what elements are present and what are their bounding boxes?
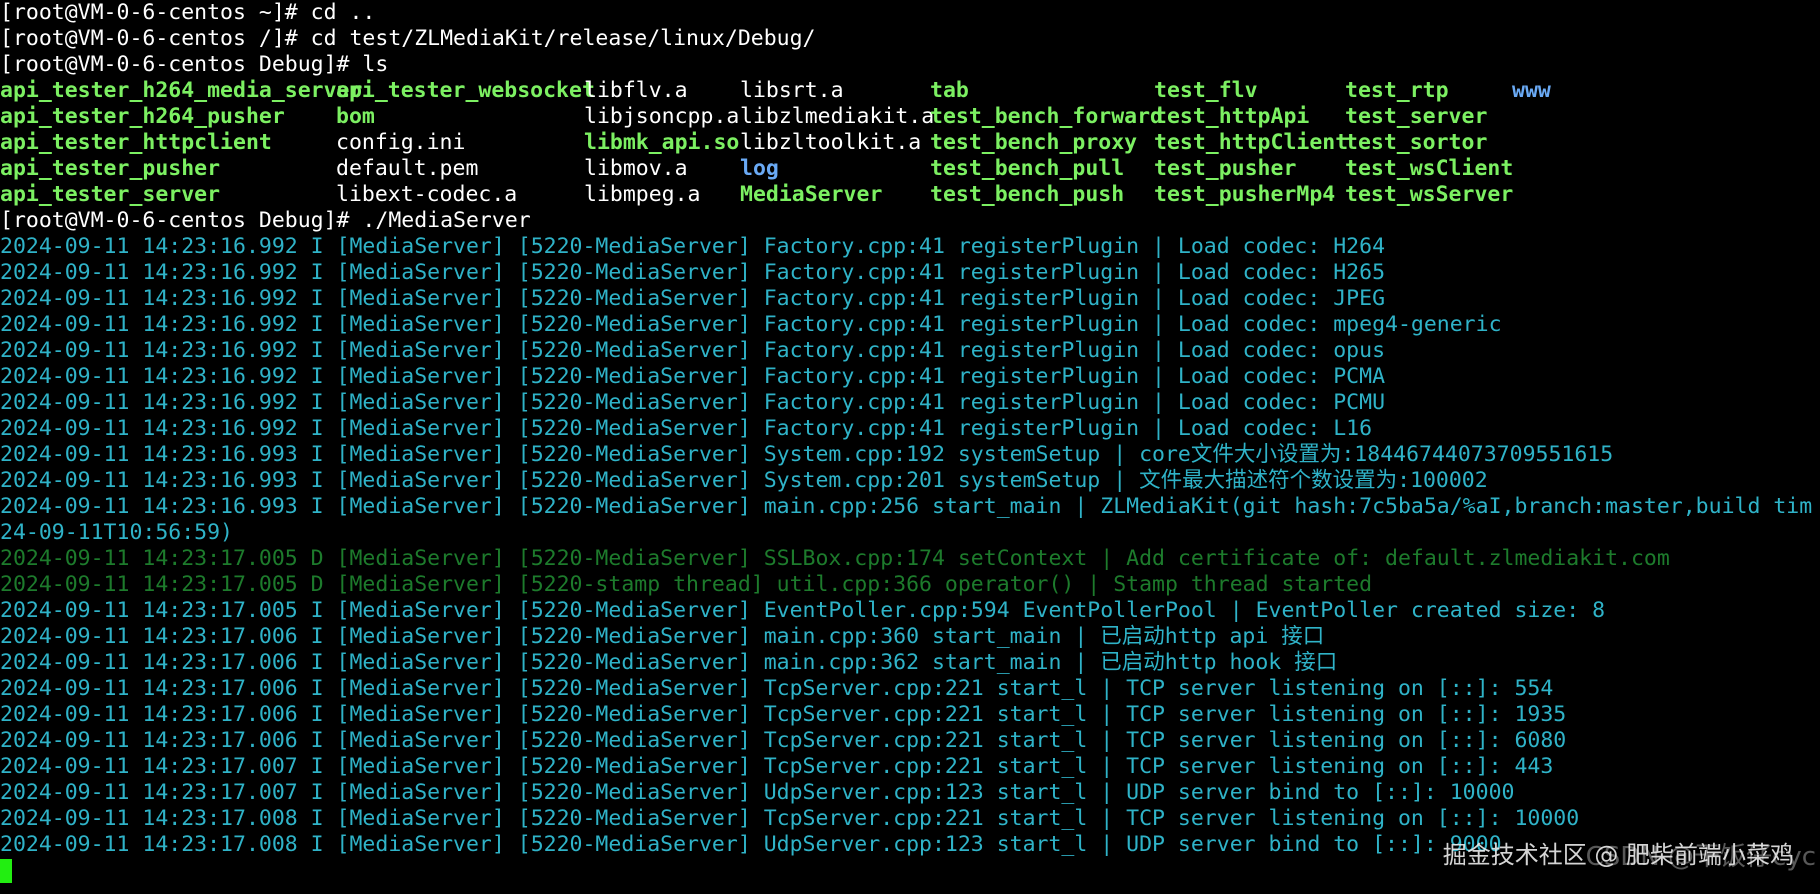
ls-executable-entry: test_httpApi [1154, 104, 1310, 129]
log-line: 2024-09-11 14:23:17.007 I [MediaServer] … [0, 754, 1554, 779]
ls-executable-entry: test_bench_forward [930, 104, 1163, 129]
ls-row: api_tester_httpclient config.ini libmk_api… [0, 130, 1820, 156]
log-line: 2024-09-11 14:23:16.992 I [MediaServer] … [0, 390, 1386, 415]
ls-file-entry: libsrt.a [740, 78, 844, 103]
ls-row: api_tester_h264_media_server api_tester_w… [0, 78, 1820, 104]
ls-file-entry: libmpeg.a [584, 182, 701, 207]
terminal-cursor[interactable] [0, 859, 12, 883]
log-line: 2024-09-11 14:23:16.992 I [MediaServer] … [0, 260, 1386, 285]
ls-executable-entry: test_wsServer [1345, 182, 1514, 207]
ls-file-entry: libmov.a [584, 156, 688, 181]
ls-row: api_tester_h264_pusher bom libjsoncpp.a lib… [0, 104, 1820, 130]
log-line: 2024-09-11 14:23:17.006 I [MediaServer] … [0, 728, 1567, 753]
ls-executable-entry: test_rtp [1345, 78, 1449, 103]
ls-executable-entry: MediaServer [740, 182, 883, 207]
ls-executable-entry: tab [930, 78, 969, 103]
log-line: 2024-09-11 14:23:16.992 I [MediaServer] … [0, 286, 1386, 311]
ls-executable-entry: api_tester_httpclient [0, 130, 272, 155]
ls-output: api_tester_h264_media_server api_tester_w… [0, 78, 1820, 208]
log-line: 2024-09-11 14:23:16.992 I [MediaServer] … [0, 416, 1373, 441]
ls-executable-entry: test_httpClient [1154, 130, 1349, 155]
ls-executable-entry: bom [336, 104, 375, 129]
log-line: 2024-09-11 14:23:17.005 I [MediaServer] … [0, 598, 1606, 623]
ls-executable-entry: test_bench_push [930, 182, 1125, 207]
ls-executable-entry: api_tester_server [0, 182, 221, 207]
ls-row: api_tester_pusher default.pem libmov.a log t… [0, 156, 1820, 182]
ls-executable-entry: test_wsClient [1345, 156, 1514, 181]
ls-file-entry: libflv.a [584, 78, 688, 103]
log-line: 2024-09-11 14:23:16.992 I [MediaServer] … [0, 364, 1386, 389]
command-line: [root@VM-0-6-centos Debug]# ls [0, 52, 389, 77]
command-line: [root@VM-0-6-centos /]# cd test/ZLMediaK… [0, 26, 816, 51]
log-line: 2024-09-11 14:23:17.005 D [MediaServer] … [0, 546, 1670, 571]
terminal-window[interactable]: [root@VM-0-6-centos ~]# cd .. [root@VM-0… [0, 0, 1820, 894]
log-line: 2024-09-11 14:23:16.993 I [MediaServer] … [0, 442, 1614, 467]
log-line: 2024-09-11 14:23:17.006 I [MediaServer] … [0, 702, 1567, 727]
log-line: 2024-09-11 14:23:17.006 I [MediaServer] … [0, 624, 1325, 649]
log-line: 2024-09-11 14:23:16.992 I [MediaServer] … [0, 312, 1502, 337]
log-line: 2024-09-11 14:23:16.993 I [MediaServer] … [0, 494, 1813, 519]
ls-executable-entry: test_sortor [1345, 130, 1488, 155]
ls-file-entry: libjsoncpp.a [584, 104, 740, 129]
command-line: [root@VM-0-6-centos Debug]# ./MediaServe… [0, 208, 531, 233]
ls-executable-entry: test_flv [1154, 78, 1258, 103]
command-line: [root@VM-0-6-centos ~]# cd .. [0, 0, 376, 25]
ls-executable-entry: libmk_api.so [584, 130, 740, 155]
log-output: 2024-09-11 14:23:16.992 I [MediaServer] … [0, 234, 1820, 858]
log-line: 2024-09-11 14:23:17.006 I [MediaServer] … [0, 650, 1338, 675]
ls-file-entry: config.ini [336, 130, 466, 155]
ls-directory-entry: log [740, 156, 779, 181]
ls-executable-entry: api_tester_h264_media_server [0, 78, 363, 103]
ls-file-entry: libext-codec.a [336, 182, 518, 207]
log-line: 2024-09-11 14:23:17.005 D [MediaServer] … [0, 572, 1373, 597]
ls-row: api_tester_server libext-codec.a libmpeg.a… [0, 182, 1820, 208]
ls-file-entry: libzlmediakit.a [740, 104, 935, 129]
log-line: 2024-09-11 14:23:16.992 I [MediaServer] … [0, 234, 1386, 259]
ls-executable-entry: test_bench_proxy [930, 130, 1138, 155]
log-line: 24-09-11T10:56:59) [0, 520, 233, 545]
log-line: 2024-09-11 14:23:17.007 I [MediaServer] … [0, 780, 1515, 805]
ls-executable-entry: api_tester_pusher [0, 156, 221, 181]
ls-directory-entry: www [1512, 78, 1551, 103]
ls-executable-entry: api_tester_websocket [336, 78, 595, 103]
ls-executable-entry: test_pusher [1154, 156, 1297, 181]
log-line: 2024-09-11 14:23:16.992 I [MediaServer] … [0, 338, 1386, 363]
ls-executable-entry: test_bench_pull [930, 156, 1125, 181]
watermark: 掘金技术社区 @ 肥柴前端小菜鸡 [1442, 841, 1794, 869]
ls-executable-entry: test_server [1345, 104, 1488, 129]
ls-file-entry: default.pem [336, 156, 479, 181]
log-line: 2024-09-11 14:23:17.006 I [MediaServer] … [0, 676, 1554, 701]
log-line: 2024-09-11 14:23:17.008 I [MediaServer] … [0, 806, 1580, 831]
ls-executable-entry: test_pusherMp4 [1154, 182, 1336, 207]
ls-executable-entry: api_tester_h264_pusher [0, 104, 285, 129]
ls-file-entry: libzltoolkit.a [740, 130, 922, 155]
log-line: 2024-09-11 14:23:16.993 I [MediaServer] … [0, 468, 1488, 493]
